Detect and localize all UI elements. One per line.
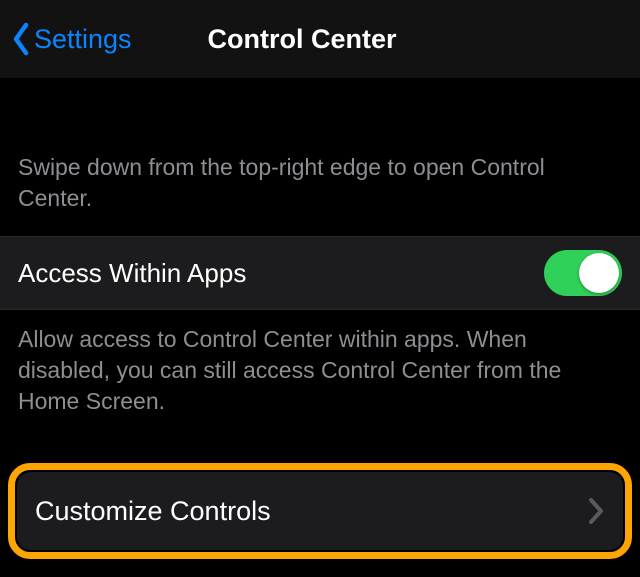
nav-header: Settings Control Center: [0, 0, 640, 78]
chevron-right-icon: [587, 496, 605, 526]
highlight-ring: Customize Controls: [8, 463, 632, 559]
back-label: Settings: [34, 24, 132, 55]
chevron-left-icon: [6, 21, 36, 57]
customize-label: Customize Controls: [35, 496, 271, 527]
back-button[interactable]: Settings: [0, 21, 132, 57]
page-title: Control Center: [208, 24, 397, 55]
settings-panel: Settings Control Center Swipe down from …: [0, 0, 640, 577]
switch-knob: [579, 253, 619, 293]
customize-controls-row[interactable]: Customize Controls: [17, 472, 623, 550]
access-label: Access Within Apps: [18, 258, 246, 289]
top-hint-text: Swipe down from the top-right edge to op…: [0, 152, 596, 214]
access-switch[interactable]: [544, 250, 622, 296]
customize-section: Customize Controls: [0, 451, 640, 571]
access-hint-text: Allow access to Control Center within ap…: [0, 324, 636, 417]
access-within-apps-row[interactable]: Access Within Apps: [0, 236, 640, 310]
